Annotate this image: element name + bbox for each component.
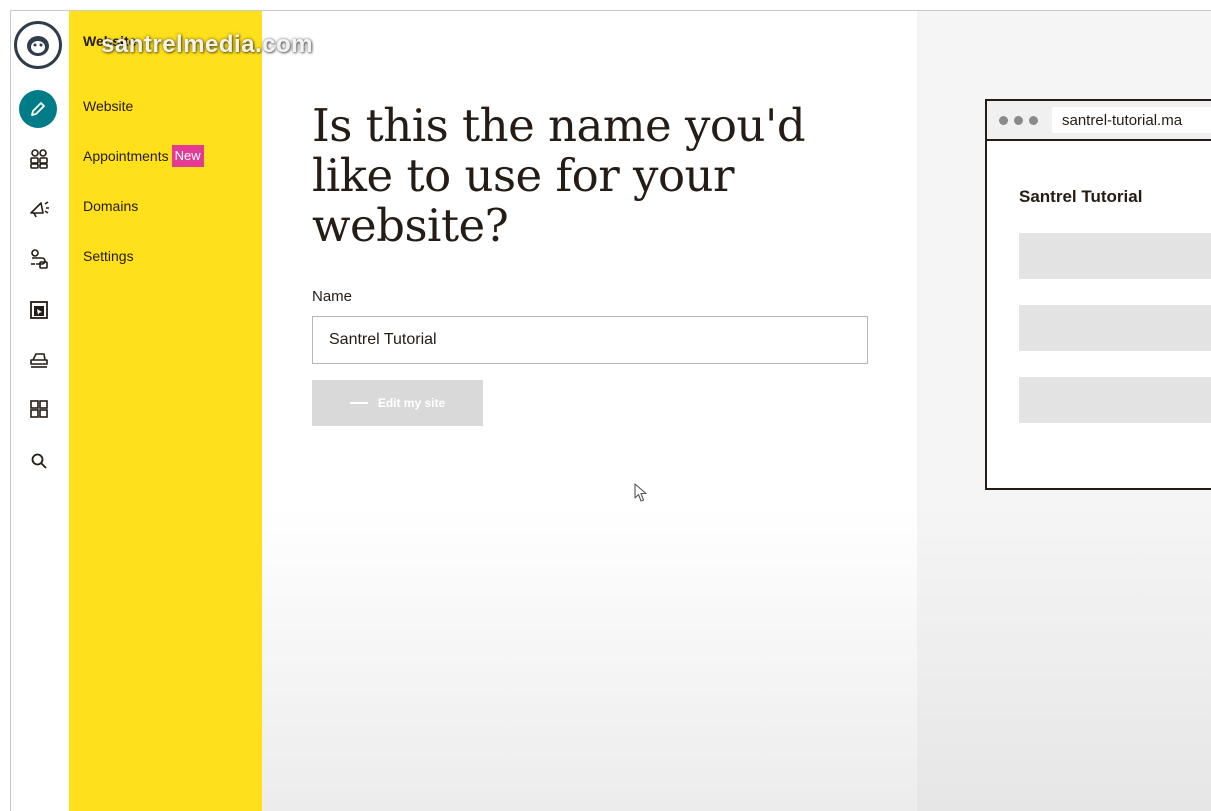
- website-submenu: Website Website Appointments New Domains…: [69, 11, 262, 811]
- submenu-item-domains[interactable]: Domains: [83, 198, 138, 214]
- site-preview-panel: santrel-tutorial.ma Santrel Tutorial: [917, 11, 1211, 811]
- audience-icon[interactable]: [25, 145, 53, 173]
- name-label: Name: [312, 288, 353, 305]
- page-title: Is this the name you'd like to use for y…: [312, 99, 806, 252]
- edit-my-site-label: Edit my site: [377, 396, 446, 410]
- app-window: Website Website Appointments New Domains…: [10, 10, 1211, 811]
- icon-rail: [11, 11, 69, 811]
- submenu-item-label: Appointments: [83, 148, 169, 164]
- edit-my-site-button[interactable]: Edit my site: [312, 380, 483, 426]
- automations-icon[interactable]: [25, 245, 53, 273]
- submenu-item-settings[interactable]: Settings: [83, 248, 134, 264]
- website-icon[interactable]: [25, 296, 53, 324]
- mailchimp-logo-icon[interactable]: [14, 21, 62, 69]
- site-name-input[interactable]: [312, 316, 868, 364]
- window-dot-icon: [999, 115, 1008, 125]
- browser-toolbar: santrel-tutorial.ma: [987, 101, 1211, 141]
- content-icon[interactable]: [25, 395, 53, 423]
- main-content: Is this the name you'd like to use for y…: [262, 11, 917, 811]
- placeholder-block: [1019, 377, 1211, 423]
- new-badge: New: [171, 145, 204, 167]
- submenu-item-website[interactable]: Website: [83, 98, 133, 114]
- submenu-item-appointments[interactable]: Appointments New: [83, 145, 204, 167]
- window-dot-icon: [1014, 115, 1023, 125]
- submenu-item-label: Website: [83, 98, 134, 114]
- window-dot-icon: [1029, 115, 1038, 125]
- pencil-create-icon[interactable]: [19, 90, 57, 128]
- placeholder-block: [1019, 305, 1211, 351]
- submenu-item-label: Domains: [83, 198, 139, 214]
- preview-site-title: Santrel Tutorial: [1019, 187, 1143, 206]
- mouse-pointer-icon: [634, 483, 648, 508]
- loading-dash-icon: [349, 402, 368, 404]
- preview-url: santrel-tutorial.ma: [1052, 107, 1211, 133]
- campaigns-icon[interactable]: [25, 195, 53, 223]
- placeholder-block: [1019, 233, 1211, 279]
- browser-mockup: santrel-tutorial.ma Santrel Tutorial: [985, 99, 1211, 490]
- search-icon[interactable]: [25, 447, 53, 475]
- submenu-item-label: Settings: [83, 248, 134, 264]
- watermark: santrelmedia.com: [101, 31, 314, 58]
- integrations-icon[interactable]: [25, 345, 53, 373]
